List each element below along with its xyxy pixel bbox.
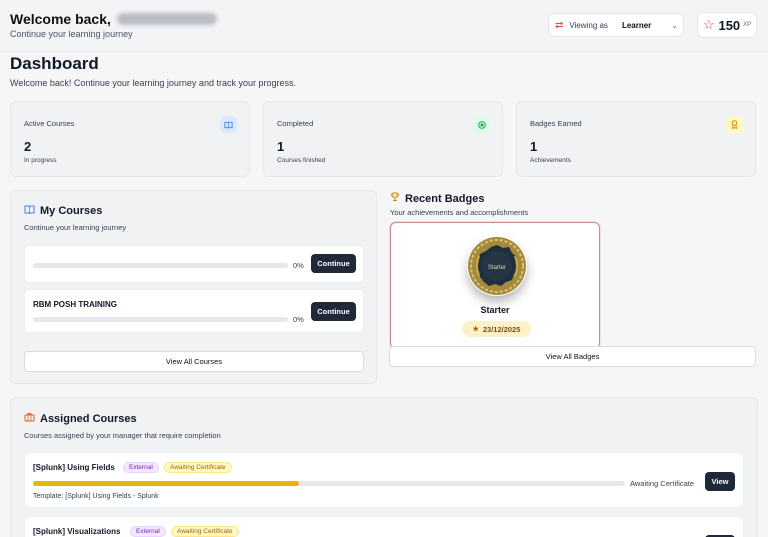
assigned-courses-heading: Assigned Courses (40, 412, 137, 425)
stat-subtitle: Courses finished (277, 157, 326, 164)
welcome-text: Welcome back, (10, 11, 111, 27)
stat-value: 2 (24, 139, 32, 154)
badge-name: Starter (480, 305, 510, 315)
continue-button[interactable]: Continue (311, 254, 356, 273)
xp-value: 150 (718, 17, 741, 33)
xp-counter[interactable]: ☆ 150 XP (697, 12, 757, 38)
stat-subtitle: Achievements (530, 157, 571, 164)
stat-subtitle: In progress (24, 157, 57, 164)
page-subtitle: Welcome back! Continue your learning jou… (10, 78, 296, 88)
swap-icon: ⇄ (555, 19, 564, 31)
course-progress-bar (33, 317, 288, 322)
stat-title: Completed (277, 119, 314, 128)
blurred-user-name (116, 13, 217, 25)
view-course-button[interactable]: View (705, 472, 735, 491)
xp-unit: XP (743, 22, 752, 28)
assigned-courses-panel: Assigned Courses Courses assigned by you… (10, 397, 758, 537)
trophy-icon (390, 192, 400, 205)
assigned-course-card: [Splunk] Using Fields External Awaiting … (24, 452, 744, 508)
star-icon: ☆ (702, 17, 715, 32)
recent-badges-subtitle: Your achievements and accomplishments (390, 208, 529, 217)
progress-fill (33, 481, 300, 486)
check-circle-icon (473, 116, 490, 133)
external-tag: External (130, 526, 166, 537)
book-icon (220, 116, 237, 133)
badge-medal-icon: Starter (467, 236, 527, 296)
badge-date-pill: ★ 23/12/2025 (462, 321, 531, 337)
welcome-heading: Welcome back, (10, 11, 217, 27)
stat-title: Badges Earned (530, 119, 582, 128)
page-title: Dashboard (10, 54, 99, 73)
continue-button[interactable]: Continue (311, 302, 356, 321)
assigned-courses-title: Assigned Courses (24, 412, 137, 425)
course-card: RBM POSH TRAINING 0% Continue (24, 289, 364, 333)
top-bar: Welcome back, Continue your learning jou… (0, 0, 768, 52)
course-progress-percent: 0% (293, 315, 304, 324)
assigned-course-template: Template: [Splunk] Using Fields - Splunk (33, 493, 159, 500)
my-courses-title: My Courses (24, 205, 102, 217)
external-tag: External (123, 462, 159, 473)
awaiting-certificate-tag: Awaiting Certificate (164, 462, 232, 473)
welcome-subtitle: Continue your learning journey (10, 29, 133, 39)
stat-value: 1 (277, 139, 285, 154)
assigned-course-status: Awaiting Certificate (630, 479, 695, 488)
recent-badges-heading: Recent Badges (405, 192, 485, 205)
view-all-courses-button[interactable]: View All Courses (24, 351, 364, 372)
badge-date: 23/12/2025 (482, 324, 521, 334)
role-switcher-label: Viewing as (569, 20, 608, 30)
assigned-course-progress-bar (33, 481, 625, 486)
stat-card-badges: Badges Earned 1 Achievements (516, 101, 756, 177)
badge-card[interactable]: Starter Starter ★ 23/12/2025 (390, 222, 600, 349)
chevron-down-icon: ⌄ (671, 20, 678, 30)
stat-title: Active Courses (24, 119, 75, 128)
award-icon (726, 116, 743, 133)
stat-value: 1 (530, 139, 538, 154)
awaiting-certificate-tag: Awaiting Certificate (171, 526, 239, 537)
role-switcher-value: Learner (621, 20, 652, 30)
my-courses-panel: My Courses Continue your learning journe… (10, 190, 377, 384)
badge-medal-label: Starter (488, 265, 506, 271)
my-courses-subtitle: Continue your learning journey (24, 223, 127, 232)
stat-card-active-courses: Active Courses 2 In progress (10, 101, 250, 177)
assigned-course-name: [Splunk] Using Fields (33, 463, 115, 472)
course-card: 0% Continue (24, 245, 364, 283)
course-progress-bar (33, 263, 288, 268)
assigned-courses-subtitle: Courses assigned by your manager that re… (24, 431, 221, 440)
course-progress-percent: 0% (293, 261, 304, 270)
assigned-course-name: [Splunk] Visualizations (33, 527, 121, 536)
view-all-badges-button[interactable]: View All Badges (389, 346, 756, 367)
recent-badges-title: Recent Badges (390, 192, 484, 205)
stat-card-completed: Completed 1 Courses finished (263, 101, 503, 177)
role-switcher[interactable]: ⇄ Viewing as Learner ⌄ (548, 13, 684, 37)
assigned-course-card: [Splunk] Visualizations External Awaitin… (24, 516, 744, 537)
briefcase-icon (24, 412, 35, 425)
my-courses-heading: My Courses (40, 205, 103, 217)
star-filled-icon: ★ (472, 326, 479, 333)
course-name: RBM POSH TRAINING (33, 300, 117, 309)
book-open-icon (24, 205, 35, 217)
